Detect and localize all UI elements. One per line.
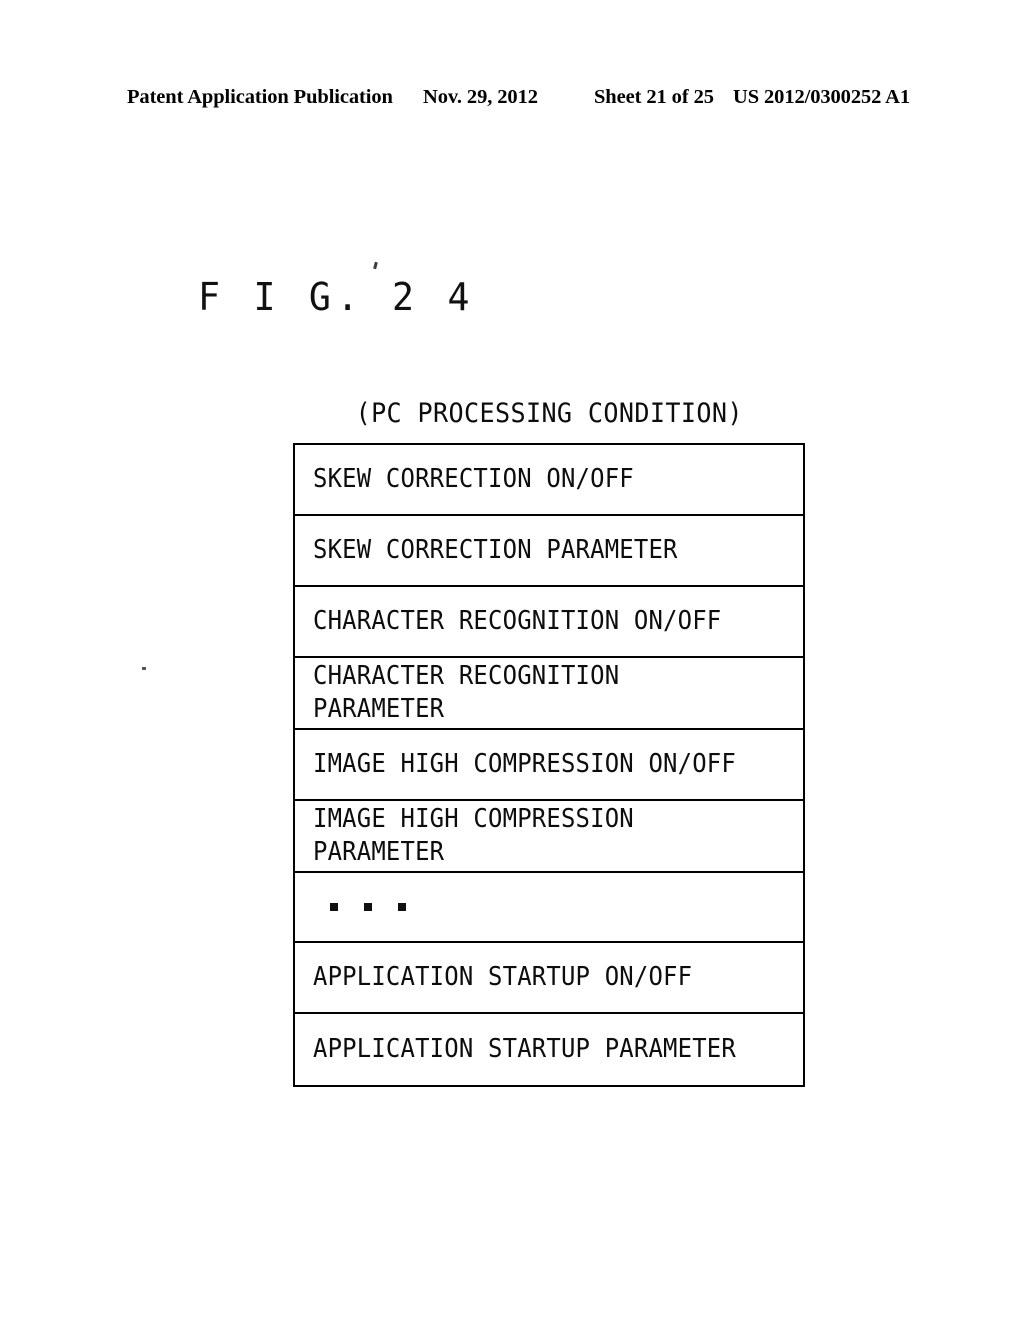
table-row-label: CHARACTER RECOGNITION PARAMETER bbox=[313, 661, 620, 724]
table-row: SKEW CORRECTION PARAMETER bbox=[295, 516, 803, 587]
table-row-label: SKEW CORRECTION PARAMETER bbox=[313, 535, 678, 565]
header-sheet-number: Sheet 21 of 25 bbox=[594, 86, 714, 108]
table-row-label: IMAGE HIGH COMPRESSION PARAMETER bbox=[313, 804, 634, 867]
table-row-label: APPLICATION STARTUP PARAMETER bbox=[313, 1034, 736, 1064]
table-row-label: CHARACTER RECOGNITION ON/OFF bbox=[313, 606, 722, 636]
ellipsis-dot bbox=[330, 903, 338, 911]
table-row bbox=[295, 873, 803, 943]
ellipsis-dot bbox=[398, 903, 406, 911]
page-header: Patent Application Publication Nov. 29, … bbox=[0, 84, 1024, 114]
patent-page: Patent Application Publication Nov. 29, … bbox=[0, 0, 1024, 1320]
figure-label: F I G. 2 4 bbox=[198, 275, 476, 319]
ellipsis-icon bbox=[330, 903, 406, 911]
table-row: CHARACTER RECOGNITION ON/OFF bbox=[295, 587, 803, 658]
table-row: IMAGE HIGH COMPRESSION ON/OFF bbox=[295, 730, 803, 801]
table-row: SKEW CORRECTION ON/OFF bbox=[295, 445, 803, 516]
table-caption: (PC PROCESSING CONDITION) bbox=[293, 398, 805, 430]
table-row-label: SKEW CORRECTION ON/OFF bbox=[313, 464, 634, 494]
table-row: APPLICATION STARTUP PARAMETER bbox=[295, 1014, 803, 1085]
table-row: IMAGE HIGH COMPRESSION PARAMETER bbox=[295, 801, 803, 873]
pc-processing-condition-table: SKEW CORRECTION ON/OFF SKEW CORRECTION PA… bbox=[293, 443, 805, 1087]
ellipsis-dot bbox=[364, 903, 372, 911]
scan-artifact-mark bbox=[373, 261, 378, 270]
table-row: CHARACTER RECOGNITION PARAMETER bbox=[295, 658, 803, 730]
table-caption-text: (PC PROCESSING CONDITION) bbox=[355, 398, 743, 429]
header-publication-date: Nov. 29, 2012 bbox=[423, 86, 538, 108]
table-row: APPLICATION STARTUP ON/OFF bbox=[295, 943, 803, 1014]
scan-artifact-speck bbox=[142, 667, 146, 670]
header-patent-number: US 2012/0300252 A1 bbox=[733, 86, 911, 108]
table-row-label: IMAGE HIGH COMPRESSION ON/OFF bbox=[313, 749, 736, 779]
table-row-label: APPLICATION STARTUP ON/OFF bbox=[313, 962, 693, 992]
header-publication-label: Patent Application Publication bbox=[127, 86, 393, 108]
